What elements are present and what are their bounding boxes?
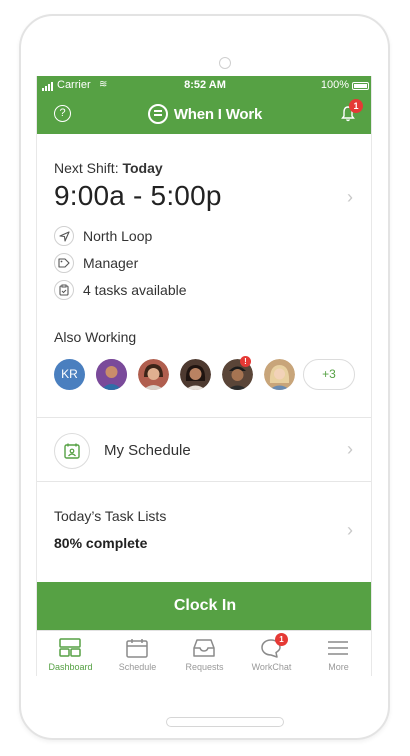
shift-location: North Loop <box>54 225 152 247</box>
tab-schedule-label: Schedule <box>118 662 157 672</box>
tab-workchat-label: WorkChat <box>251 662 292 672</box>
clock-in-button[interactable]: Clock In <box>37 582 371 630</box>
battery-icon <box>352 82 369 90</box>
schedule-calendar-icon <box>54 433 90 469</box>
next-shift-label: Next Shift: Today <box>54 160 163 176</box>
tab-bar: Dashboard Schedule Requests 1 WorkChat M… <box>37 630 371 676</box>
more-coworkers-button[interactable]: +3 <box>303 359 355 390</box>
shift-tasks: 4 tasks available <box>54 279 187 301</box>
location-label: North Loop <box>83 228 153 244</box>
menu-icon <box>328 641 348 655</box>
task-lists-progress: 80% complete <box>54 535 148 551</box>
avatar[interactable] <box>96 359 127 390</box>
app-header: Carrier ≋ 8:52 AM 100% ? When I Work 1 <box>37 76 371 134</box>
divider <box>37 481 371 482</box>
tag-icon <box>54 253 74 273</box>
status-bar: Carrier ≋ 8:52 AM 100% <box>37 79 371 93</box>
home-indicator <box>166 717 284 727</box>
my-schedule-link[interactable]: My Schedule <box>104 442 191 459</box>
also-working-label: Also Working <box>54 329 137 345</box>
logo-icon <box>147 104 168 124</box>
notification-badge: 1 <box>349 99 363 113</box>
workchat-badge: 1 <box>275 633 288 646</box>
camera <box>219 57 231 69</box>
avatar[interactable]: KR <box>54 359 85 390</box>
app-name: When I Work <box>173 105 263 123</box>
tab-more[interactable]: More <box>305 631 371 676</box>
avatar[interactable] <box>180 359 211 390</box>
dashboard-icon <box>59 638 81 657</box>
schedule-chevron-icon[interactable]: › <box>347 439 353 460</box>
tab-schedule[interactable]: Schedule <box>104 631 171 676</box>
next-shift-day: Today <box>122 160 163 176</box>
clipboard-icon <box>54 280 74 300</box>
position-label: Manager <box>83 255 139 271</box>
avatar[interactable] <box>264 359 295 390</box>
app-screen: Carrier ≋ 8:52 AM 100% ? When I Work 1 N… <box>36 76 372 676</box>
tab-more-label: More <box>328 662 349 672</box>
tasks-label: 4 tasks available <box>83 282 187 298</box>
divider <box>37 417 371 418</box>
task-lists-chevron-icon[interactable]: › <box>347 520 353 541</box>
location-arrow-icon <box>54 226 74 246</box>
shift-time-range[interactable]: 9:00a - 5:00p <box>54 180 222 212</box>
avatar[interactable] <box>138 359 169 390</box>
avatar-alert-badge: ! <box>240 356 251 367</box>
shift-chevron-icon[interactable]: › <box>347 187 353 208</box>
tab-requests[interactable]: Requests <box>171 631 238 676</box>
inbox-icon <box>193 639 215 657</box>
tab-dashboard[interactable]: Dashboard <box>37 631 104 676</box>
calendar-icon <box>126 639 148 658</box>
tab-requests-label: Requests <box>185 662 224 672</box>
shift-position: Manager <box>54 252 138 274</box>
task-lists-title[interactable]: Today’s Task Lists <box>54 508 166 524</box>
battery-percent: 100% <box>320 79 349 91</box>
app-logo: When I Work <box>37 104 371 129</box>
tab-dashboard-label: Dashboard <box>48 662 93 672</box>
tab-workchat[interactable]: 1 WorkChat <box>238 631 305 676</box>
